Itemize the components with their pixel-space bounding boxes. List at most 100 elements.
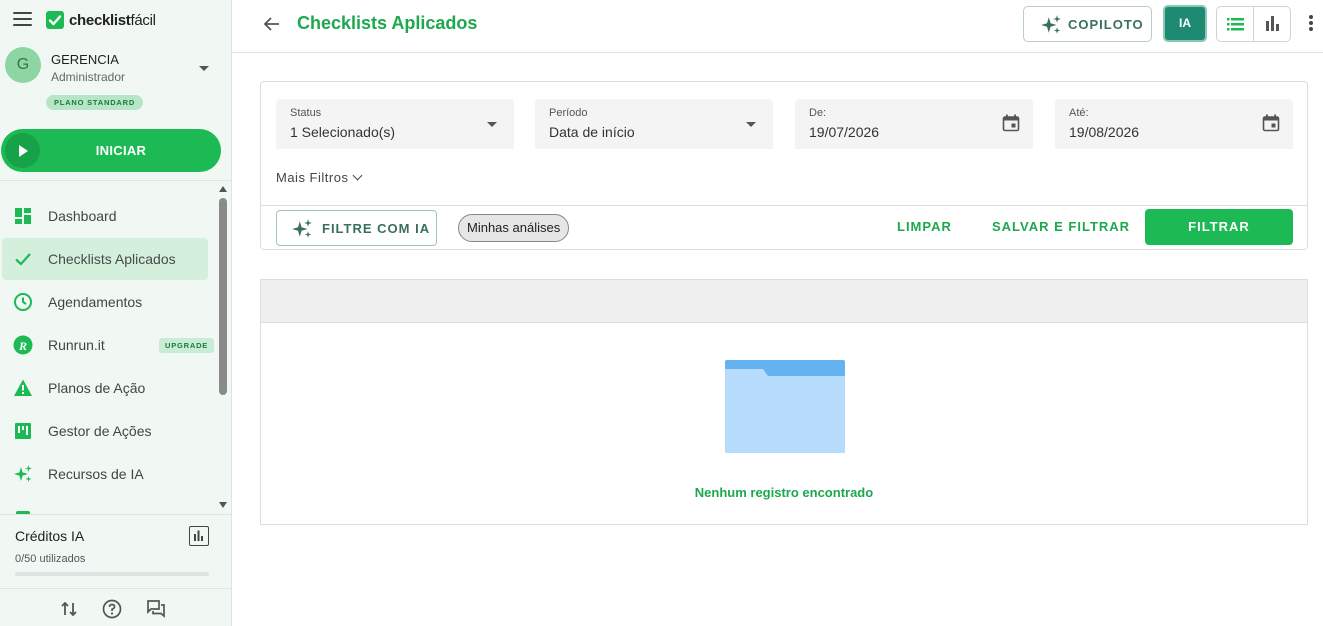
date-to-field[interactable]: Até: 19/08/2026 (1055, 99, 1293, 149)
credits-used: 0/50 utilizados (15, 553, 86, 565)
sidebar-item-runrun[interactable]: R Runrun.it UPGRADE (2, 324, 215, 366)
calendar-icon[interactable] (1262, 114, 1280, 132)
empty-state-message: Nenhum registro encontrado (694, 485, 874, 500)
sidebar-item-label: Planos de Ação (48, 380, 146, 396)
start-button[interactable]: INICIAR (1, 129, 221, 172)
date-from-value: 19/07/2026 (809, 124, 880, 140)
sparkles-icon (14, 465, 32, 482)
start-button-label: INICIAR (95, 143, 147, 158)
empty-folder-icon (725, 360, 845, 453)
sidebar-item-agendamentos[interactable]: Agendamentos (2, 281, 208, 323)
results-header (261, 280, 1307, 323)
scroll-down-icon[interactable] (219, 502, 227, 508)
caret-down-icon (746, 122, 756, 127)
status-value: 1 Selecionado(s) (290, 124, 396, 140)
calendar-icon[interactable] (1002, 114, 1020, 132)
list-view-button[interactable] (1217, 7, 1254, 41)
app-root: checklistfácil G GERENCIA Administrador … (0, 0, 1323, 626)
filter-panel: Status 1 Selecionado(s) Período Data de … (260, 81, 1308, 250)
settings-icon (16, 511, 30, 514)
my-analyses-chip[interactable]: Minhas análises (458, 214, 570, 242)
menu-icon[interactable] (13, 12, 32, 26)
warning-icon (14, 379, 32, 396)
more-filters-label: Mais Filtros (276, 170, 349, 185)
date-from-field[interactable]: De: 19/07/2026 (795, 99, 1033, 149)
scroll-thumb[interactable] (219, 198, 227, 395)
svg-text:R: R (18, 339, 27, 353)
sidebar-item-label: Agendamentos (48, 294, 143, 310)
sidebar-item-recursos-de-ia[interactable]: Recursos de IA (2, 453, 208, 495)
sidebar-item-label: Checklists Aplicados (48, 251, 176, 267)
chat-icon[interactable] (146, 599, 166, 619)
arrow-left-icon[interactable] (262, 14, 282, 34)
more-vert-icon[interactable] (1309, 15, 1313, 31)
sidebar-item-label: Dashboard (48, 208, 117, 224)
page-title: Checklists Aplicados (297, 13, 478, 33)
status-select[interactable]: Status 1 Selecionado(s) (276, 99, 514, 149)
kanban-icon (15, 423, 31, 439)
period-select[interactable]: Período Data de início (535, 99, 773, 149)
ai-filter-label: FILTRE COM IA (322, 221, 431, 236)
brand-logo[interactable]: checklistfácil (46, 11, 156, 29)
caret-down-icon[interactable] (199, 66, 209, 71)
more-filters-toggle[interactable]: Mais Filtros (276, 170, 363, 185)
list-icon (1227, 18, 1244, 31)
results-panel: Nenhum registro encontrado (260, 279, 1308, 525)
sidebar-item-planos-de-acao[interactable]: Planos de Ação (2, 367, 208, 409)
sidebar-divider (0, 180, 231, 181)
credits-progress (15, 572, 209, 576)
view-toggle (1216, 6, 1291, 42)
sidebar-divider (0, 514, 231, 515)
chevron-down-icon (353, 170, 363, 181)
sidebar-item-partial[interactable] (2, 496, 208, 514)
bar-chart-icon (1266, 16, 1279, 31)
sidebar: checklistfácil G GERENCIA Administrador … (0, 0, 232, 626)
date-from-label: De: (809, 107, 827, 119)
copilot-button-label: COPILOTO (1068, 17, 1144, 32)
sort-arrows-icon[interactable] (59, 599, 79, 619)
sidebar-item-label: Gestor de Ações (48, 423, 152, 439)
user-name: GERENCIA (51, 52, 119, 67)
scroll-up-icon[interactable] (219, 186, 227, 192)
sidebar-top: checklistfácil (0, 0, 231, 40)
plan-badge: PLANO STANDARD (46, 95, 144, 110)
sidebar-item-checklists-aplicados[interactable]: Checklists Aplicados (2, 238, 208, 280)
period-value: Data de início (549, 124, 635, 140)
user-menu[interactable]: G GERENCIA Administrador (5, 47, 220, 89)
sidebar-item-label: Recursos de IA (48, 466, 144, 482)
status-label: Status (290, 107, 322, 119)
runrun-icon: R (13, 335, 33, 355)
sidebar-footer (0, 588, 231, 626)
chart-view-button[interactable] (1254, 7, 1291, 41)
user-role: Administrador (51, 70, 126, 84)
ai-filter-button[interactable]: FILTRE COM IA (276, 210, 437, 246)
filter-divider (261, 205, 1307, 206)
sidebar-item-label: Runrun.it (48, 337, 105, 353)
check-icon (15, 253, 31, 266)
credits-title: Créditos IA (15, 528, 85, 544)
help-icon[interactable] (102, 599, 122, 619)
sparkles-icon (1041, 15, 1061, 34)
dashboard-icon (15, 208, 31, 224)
save-and-filter-button[interactable]: SALVAR E FILTRAR (992, 219, 1130, 234)
bar-chart-icon[interactable] (189, 526, 209, 546)
sparkles-icon (292, 219, 312, 238)
copilot-button[interactable]: COPILOTO (1023, 6, 1152, 42)
upgrade-badge: UPGRADE (159, 338, 215, 353)
logo-check-icon (46, 11, 64, 29)
caret-down-icon (487, 122, 497, 127)
clock-icon (14, 293, 32, 311)
clear-button[interactable]: LIMPAR (897, 219, 952, 234)
avatar: G (5, 47, 41, 83)
ia-button[interactable]: IA (1163, 5, 1207, 42)
date-to-value: 19/08/2026 (1069, 124, 1140, 140)
date-to-label: Até: (1069, 107, 1089, 119)
sidebar-item-dashboard[interactable]: Dashboard (2, 195, 208, 237)
sidebar-scrollbar[interactable] (216, 184, 231, 514)
sidebar-nav: Dashboard Checklists Aplicados Agendamen… (0, 184, 216, 514)
page-header: Checklists Aplicados COPILOTO IA (232, 0, 1323, 53)
logo-text: checklistfácil (69, 11, 156, 29)
filter-button[interactable]: FILTRAR (1145, 209, 1293, 245)
period-label: Período (549, 107, 588, 119)
sidebar-item-gestor-de-acoes[interactable]: Gestor de Ações (2, 410, 208, 452)
